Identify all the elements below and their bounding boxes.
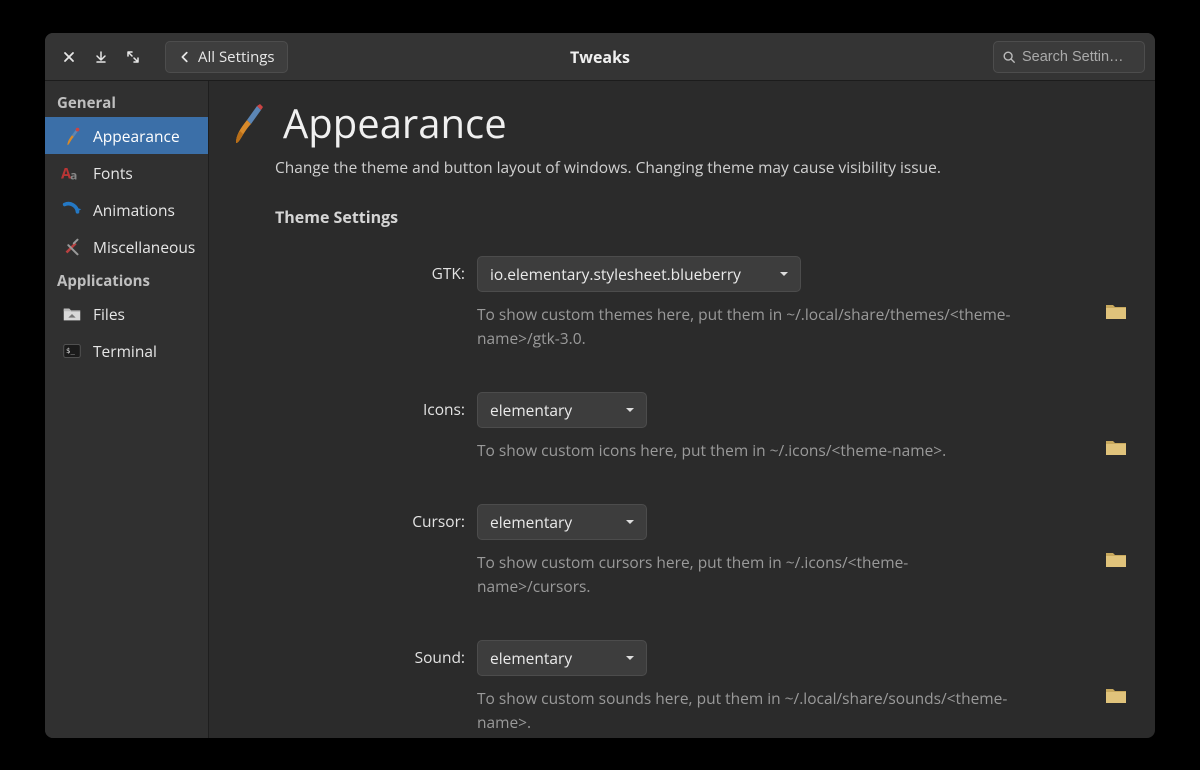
open-icons-folder-button[interactable] [1105, 438, 1127, 456]
sound-combobox[interactable]: elementary [477, 640, 647, 676]
setting-row-gtk: GTK: io.elementary.stylesheet.blueberry … [227, 256, 1127, 384]
sidebar-item-appearance[interactable]: Appearance [45, 117, 208, 154]
setting-label-sound: Sound: [227, 640, 477, 668]
minimize-icon[interactable] [87, 43, 115, 71]
sidebar-item-label: Appearance [93, 125, 180, 147]
gtk-hint: To show custom themes here, put them in … [477, 302, 1017, 350]
page-header: Appearance [227, 95, 1127, 150]
sidebar-item-miscellaneous[interactable]: Miscellaneous [45, 228, 208, 265]
maximize-icon[interactable] [119, 43, 147, 71]
setting-label-icons: Icons: [227, 392, 477, 420]
open-cursors-folder-button[interactable] [1105, 550, 1127, 568]
appearance-large-icon [227, 101, 267, 145]
svg-text:$_: $_ [66, 345, 75, 354]
icons-hint: To show custom icons here, put them in ~… [477, 438, 946, 462]
setting-row-sound: Sound: elementary To show custom sounds … [227, 640, 1127, 738]
search-icon [1002, 50, 1016, 64]
setting-label-gtk: GTK: [227, 256, 477, 284]
gtk-combobox[interactable]: io.elementary.stylesheet.blueberry [477, 256, 801, 292]
sidebar-item-terminal[interactable]: $_ Terminal [45, 332, 208, 369]
setting-row-cursor: Cursor: elementary To show custom cursor… [227, 504, 1127, 632]
sidebar-item-label: Miscellaneous [93, 236, 195, 258]
chevron-down-icon [778, 268, 790, 280]
miscellaneous-icon [61, 236, 83, 258]
open-sounds-folder-button[interactable] [1105, 686, 1127, 704]
group-title: Theme Settings [275, 206, 1127, 228]
sound-value: elementary [490, 647, 572, 669]
cursor-value: elementary [490, 511, 572, 533]
sidebar-item-fonts[interactable]: A a Fonts [45, 154, 208, 191]
page-subtitle: Change the theme and button layout of wi… [275, 156, 1127, 178]
cursor-hint: To show custom cursors here, put them in… [477, 550, 1017, 598]
window: All Settings Tweaks General [45, 33, 1155, 738]
close-icon[interactable] [55, 43, 83, 71]
sidebar-item-animations[interactable]: Animations [45, 191, 208, 228]
open-themes-folder-button[interactable] [1105, 302, 1127, 320]
sidebar-item-files[interactable]: Files [45, 295, 208, 332]
sidebar-item-label: Animations [93, 199, 175, 221]
main-panel: Appearance Change the theme and button l… [209, 81, 1155, 738]
fonts-icon: A a [61, 162, 83, 184]
headerbar: All Settings Tweaks [45, 33, 1155, 81]
sidebar-item-label: Terminal [93, 340, 157, 362]
svg-text:a: a [70, 167, 77, 183]
setting-row-icons: Icons: elementary To show custom icons h… [227, 392, 1127, 496]
cursor-combobox[interactable]: elementary [477, 504, 647, 540]
sidebar-section-applications: Applications [45, 265, 208, 295]
files-icon [61, 303, 83, 325]
search-input[interactable] [1022, 49, 1136, 65]
chevron-down-icon [624, 516, 636, 528]
sidebar-item-label: Fonts [93, 162, 133, 184]
animations-icon [61, 199, 83, 221]
chevron-down-icon [624, 652, 636, 664]
chevron-down-icon [624, 404, 636, 416]
sidebar: General Appearance A a [45, 81, 209, 738]
terminal-icon: $_ [61, 340, 83, 362]
back-button[interactable]: All Settings [165, 41, 288, 73]
gtk-value: io.elementary.stylesheet.blueberry [490, 263, 741, 285]
sidebar-section-general: General [45, 87, 208, 117]
sound-hint: To show custom sounds here, put them in … [477, 686, 1017, 734]
appearance-icon [61, 125, 83, 147]
body: General Appearance A a [45, 81, 1155, 738]
window-controls: All Settings [55, 41, 288, 73]
setting-label-cursor: Cursor: [227, 504, 477, 532]
icons-value: elementary [490, 399, 572, 421]
search-field[interactable] [993, 41, 1145, 73]
icons-combobox[interactable]: elementary [477, 392, 647, 428]
back-button-label: All Settings [198, 47, 275, 67]
sidebar-item-label: Files [93, 303, 125, 325]
page-title: Appearance [283, 95, 507, 150]
